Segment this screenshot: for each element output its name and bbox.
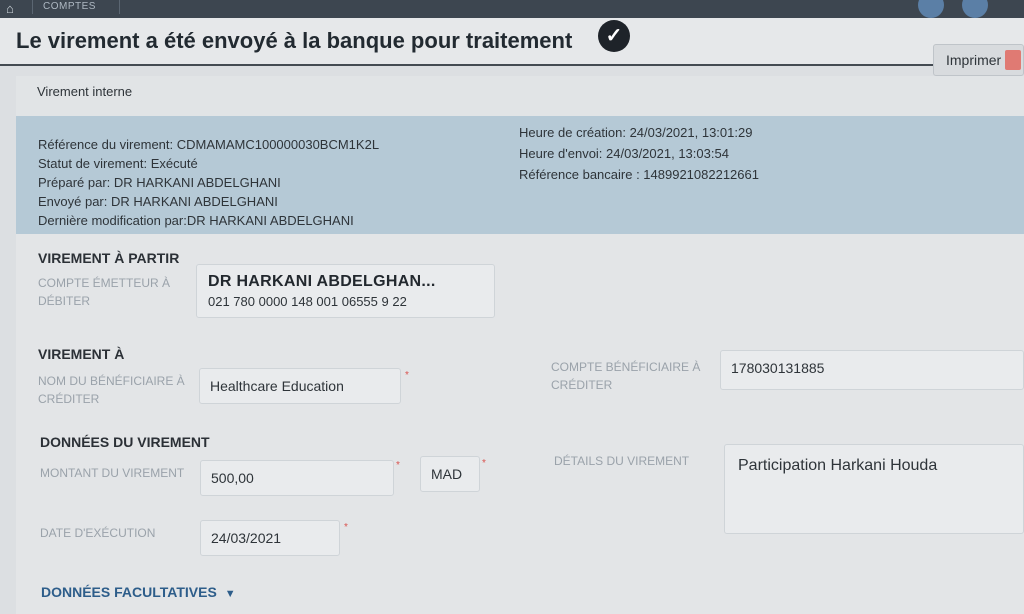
- notification-icon[interactable]: [918, 0, 944, 18]
- transfer-reference: Référence du virement: CDMAMAMC100000030…: [38, 137, 380, 152]
- sent-time: Heure d'envoi: 24/03/2021, 13:03:54: [519, 146, 729, 161]
- required-marker: *: [344, 522, 348, 533]
- execution-date-field[interactable]: 24/03/2021: [200, 520, 340, 556]
- transfer-type: Virement interne: [37, 84, 133, 99]
- prepared-by: Préparé par: DR HARKANI ABDELGHANI: [38, 175, 281, 190]
- amount-field[interactable]: 500,00: [200, 460, 394, 496]
- caret-down-icon: ▼: [224, 588, 236, 600]
- transfer-form: VIREMENT À PARTIR COMPTE ÉMETTEUR À DÉBI…: [16, 234, 1024, 614]
- transfer-summary-panel: Référence du virement: CDMAMAMC100000030…: [16, 116, 1024, 234]
- printer-icon: [1005, 50, 1021, 70]
- optional-data-label: DONNÉES FACULTATIVES: [41, 584, 217, 600]
- section-title-from: VIREMENT À PARTIR: [38, 250, 180, 266]
- beneficiary-account-field[interactable]: 178030131885: [720, 350, 1024, 390]
- bank-icon[interactable]: ⌂: [6, 1, 14, 16]
- debit-account-field[interactable]: DR HARKANI ABDELGHAN... 021 780 0000 148…: [196, 264, 495, 318]
- last-modified-by: Dernière modification par:DR HARKANI ABD…: [38, 213, 354, 228]
- optional-data-toggle[interactable]: DONNÉES FACULTATIVES ▼: [41, 584, 236, 600]
- tab-comptes[interactable]: COMPTES: [32, 0, 120, 14]
- page-title: Le virement a été envoyé à la banque pou…: [16, 28, 573, 53]
- bank-reference: Référence bancaire : 1489921082212661: [519, 167, 759, 182]
- summary-left-column: Référence du virement: CDMAMAMC100000030…: [38, 135, 379, 230]
- debit-account-number: 021 780 0000 148 001 06555 9 22: [208, 294, 407, 309]
- transfer-status: Statut de virement: Exécuté: [38, 156, 198, 171]
- check-circle-icon: ✓: [598, 20, 630, 52]
- beneficiary-name-label: NOM DU BÉNÉFICIAIRE À CRÉDITER: [38, 374, 185, 406]
- sent-by: Envoyé par: DR HARKANI ABDELGHANI: [38, 194, 278, 209]
- amount-label: MONTANT DU VIREMENT: [40, 466, 185, 480]
- details-field[interactable]: Participation Harkani Houda: [724, 444, 1024, 534]
- beneficiary-name-field[interactable]: Healthcare Education: [199, 368, 401, 404]
- currency-field[interactable]: MAD: [420, 456, 480, 492]
- required-marker: *: [482, 458, 486, 469]
- top-nav-bar: ⌂ COMPTES: [0, 0, 1024, 18]
- debit-account-label: COMPTE ÉMETTEUR À DÉBITER: [38, 276, 171, 308]
- required-marker: *: [396, 460, 400, 471]
- user-avatar-icon[interactable]: [962, 0, 988, 18]
- print-button[interactable]: Imprimer: [933, 44, 1024, 76]
- required-marker: *: [405, 370, 409, 381]
- section-title-transfer: DONNÉES DU VIREMENT: [40, 434, 210, 450]
- print-button-label: Imprimer: [946, 52, 1002, 68]
- execution-date-label: DATE D'EXÉCUTION: [40, 526, 156, 540]
- transfer-type-row: Virement interne: [16, 76, 1024, 116]
- details-label: DÉTAILS DU VIREMENT: [554, 454, 690, 468]
- debit-account-name: DR HARKANI ABDELGHAN...: [208, 273, 436, 290]
- confirmation-header: Le virement a été envoyé à la banque pou…: [0, 18, 1024, 66]
- beneficiary-account-label: COMPTE BÉNÉFICIAIRE À CRÉDITER: [551, 360, 701, 392]
- section-title-to: VIREMENT À: [38, 346, 125, 362]
- summary-right-column: Heure de création: 24/03/2021, 13:01:29 …: [519, 122, 759, 185]
- creation-time: Heure de création: 24/03/2021, 13:01:29: [519, 125, 753, 140]
